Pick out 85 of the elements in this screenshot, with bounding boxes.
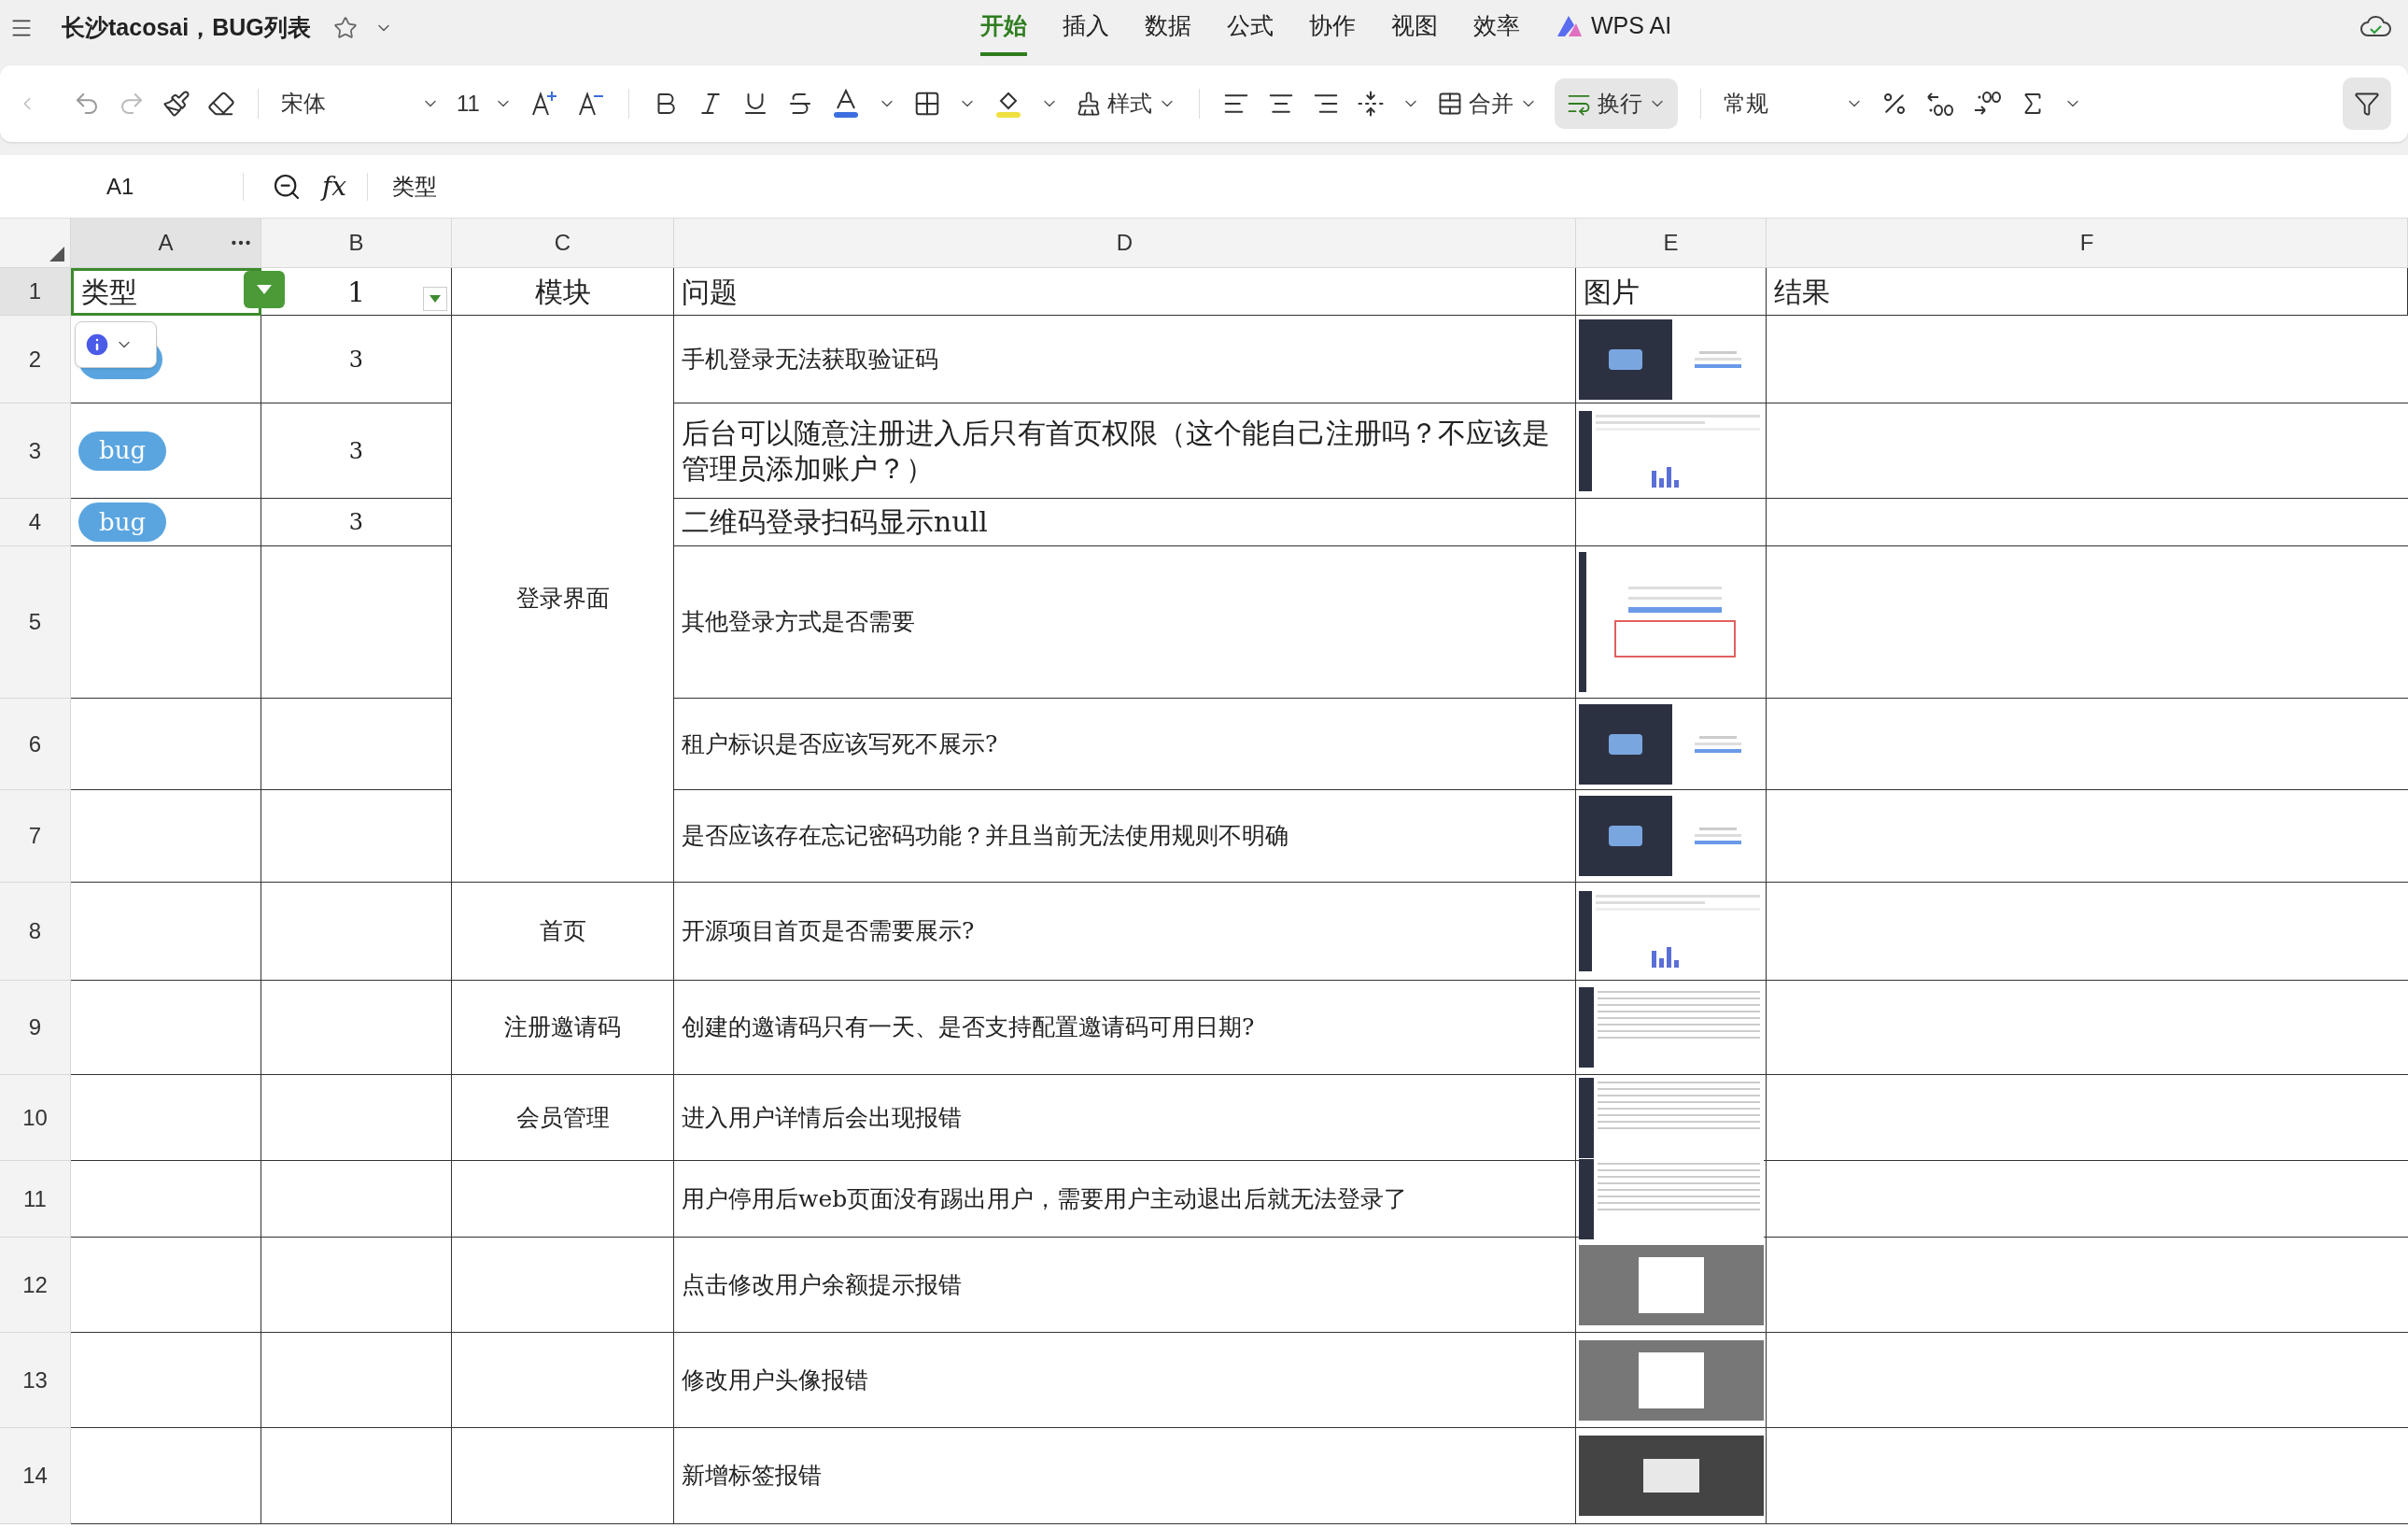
info-popup[interactable] (75, 321, 157, 368)
cell-text: 首页 (539, 916, 586, 947)
row-header[interactable]: 2 (0, 316, 71, 403)
header-cell-text: 问题 (682, 274, 738, 310)
column-header[interactable]: A (71, 219, 261, 268)
row-header[interactable]: 1 (0, 268, 71, 316)
filter-icon (2354, 91, 2380, 117)
cell-text: 用户停用后web页面没有踢出用户，需要用户主动退出后就无法登录了 (682, 1183, 1408, 1214)
column-header[interactable]: F (1767, 219, 2408, 268)
cell-reference[interactable]: A1 (0, 169, 243, 204)
document-title: 长沙tacosai，BUG列表 (62, 13, 311, 43)
triangle-down-icon (257, 285, 272, 294)
decrease-decimal-icon[interactable] (1925, 90, 1955, 118)
font-size-dropdown[interactable]: 11 (457, 87, 513, 120)
row-header[interactable]: 12 (0, 1238, 71, 1333)
column-header[interactable]: C (452, 219, 674, 268)
borders-icon[interactable] (913, 90, 941, 118)
eraser-icon[interactable] (207, 90, 235, 118)
row-header[interactable]: 5 (0, 546, 71, 699)
row-header[interactable]: 4 (0, 499, 71, 546)
header-cell-text: 类型 (81, 275, 137, 310)
wrap-text-button[interactable]: 换行 (1555, 78, 1678, 129)
row-header[interactable]: 3 (0, 403, 71, 499)
cell-text: 创建的邀请码只有一天、是否支持配置邀请码可用日期? (682, 1012, 1255, 1042)
column-header[interactable]: B (261, 219, 452, 268)
header-cell-text: 1 (346, 274, 366, 310)
cell-text: 3 (348, 345, 364, 375)
info-icon[interactable] (83, 331, 111, 359)
cell-text: 登录界面 (515, 584, 610, 615)
cell-text: 点击修改用户余额提示报错 (682, 1269, 962, 1300)
star-icon[interactable] (332, 16, 358, 40)
style-icon[interactable] (1076, 91, 1102, 117)
ai-logo-icon (1556, 14, 1584, 38)
column-header[interactable]: D (674, 219, 1576, 268)
font-color-icon[interactable] (831, 88, 861, 120)
cell-text: 手机登录无法获取验证码 (682, 344, 938, 375)
style-button[interactable]: 样式 (1076, 87, 1176, 120)
formula-value: 类型 (392, 172, 438, 201)
row-header[interactable]: 7 (0, 790, 71, 883)
row-header[interactable]: 13 (0, 1333, 71, 1428)
menu-tab[interactable]: WPS AI (1556, 0, 1672, 56)
cell-text: 新增标签报错 (682, 1461, 822, 1491)
tag-chip: bug (78, 431, 167, 471)
cell-text: 其他登录方式是否需要 (682, 607, 915, 637)
cell-text: 进入用户详情后会出现报错 (682, 1102, 962, 1133)
menu-tab[interactable]: 插入 (1063, 0, 1109, 56)
merge-cells-icon[interactable] (1437, 91, 1463, 117)
row-header[interactable]: 10 (0, 1075, 71, 1161)
row-header[interactable]: 9 (0, 981, 71, 1075)
row-header[interactable]: 14 (0, 1428, 71, 1524)
row-header[interactable]: 11 (0, 1161, 71, 1238)
cell-text: 会员管理 (515, 1102, 610, 1133)
tag-chip: bug (78, 502, 167, 542)
triangle-down-icon (429, 295, 441, 303)
fx-label[interactable]: fx (322, 166, 347, 206)
cell-text: 开源项目首页是否需要展示? (682, 916, 975, 946)
vertical-align-icon[interactable] (1357, 90, 1385, 118)
merge-button[interactable]: 合并 (1437, 87, 1538, 120)
number-format-dropdown[interactable]: 常规 (1724, 87, 1864, 120)
cell-text: 3 (348, 508, 364, 537)
cell-text: 二维码登录扫码显示null (682, 504, 988, 540)
menu-tab[interactable]: 开始 (980, 0, 1027, 56)
row-header[interactable]: 6 (0, 699, 71, 790)
header-cell-text: 模块 (534, 274, 591, 310)
menu-tab[interactable]: 效率 (1473, 0, 1520, 56)
cell-text: 租户标识是否应该写死不展示? (682, 729, 998, 759)
header-cell-text: 结果 (1774, 274, 1830, 310)
select-all-corner-icon[interactable] (49, 247, 64, 262)
cell-text: 3 (348, 436, 364, 466)
menu-tab[interactable]: 公式 (1227, 0, 1274, 56)
format-painter-icon[interactable] (162, 90, 190, 118)
cell-text: 后台可以随意注册进入后只有首页权限（这个能自己注册吗？不应该是管理员添加账户？） (682, 416, 1551, 486)
column-header[interactable]: E (1576, 219, 1767, 268)
filter-button[interactable] (2343, 78, 2391, 130)
row-header[interactable]: 8 (0, 883, 71, 981)
filter-dropdown-button[interactable] (244, 271, 285, 308)
menu-tab[interactable]: 协作 (1309, 0, 1356, 56)
cell-text: 修改用户头像报错 (682, 1365, 868, 1395)
font-dropdown[interactable]: 宋体 (281, 87, 440, 120)
menu-tab[interactable]: 视图 (1391, 0, 1438, 56)
header-cell-text: 图片 (1584, 274, 1640, 310)
filter-dropdown-button[interactable] (423, 287, 447, 311)
menu-tab[interactable]: 数据 (1145, 0, 1191, 56)
cell-text: 注册邀请码 (504, 1012, 621, 1043)
cell-text: 是否应该存在忘记密码功能？并且当前无法使用规则不明确 (682, 821, 1288, 851)
